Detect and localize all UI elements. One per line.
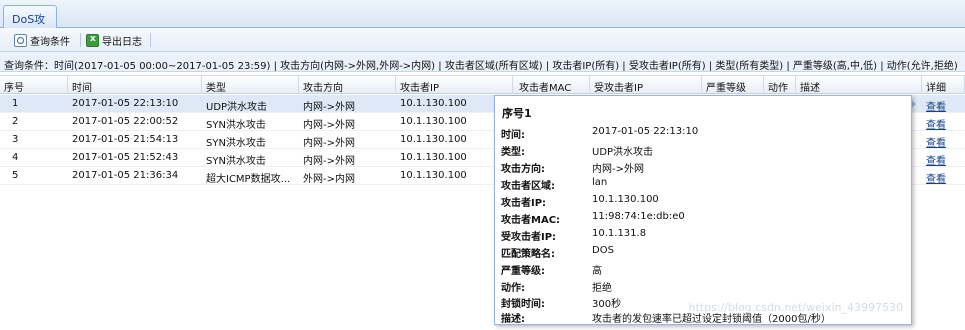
query-conditions-label: 查询条件	[30, 36, 70, 48]
field-value: lan	[592, 177, 608, 188]
col-header-detail[interactable]: 详细	[922, 76, 965, 94]
cell-time: 2017-01-05 21:52:43	[72, 152, 179, 163]
col-header-no[interactable]: 序号	[0, 76, 68, 94]
field-value: 2017-01-05 22:13:10	[592, 126, 699, 137]
query-conditions-button[interactable]: 查询条件	[14, 32, 70, 48]
field-key: 描述:	[501, 314, 525, 325]
field-value: 10.1.131.8	[592, 228, 647, 239]
col-header-type[interactable]: 类型	[202, 76, 299, 94]
cell-attacker-ip: 10.1.130.100	[400, 152, 467, 163]
popup-field: 时间: 2017-01-05 22:13:10	[495, 126, 913, 142]
field-key: 时间:	[501, 130, 525, 141]
field-key: 动作:	[501, 283, 525, 294]
field-value: 300秒	[592, 299, 622, 310]
popup-field: 受攻击者IP: 10.1.131.8	[495, 228, 913, 244]
detail-popup: 序号1 时间: 2017-01-05 22:13:10 类型: UDP洪水攻击 攻击…	[494, 95, 912, 325]
popup-title: 序号1	[502, 107, 532, 120]
view-detail-link[interactable]: 查看	[922, 167, 946, 185]
cell-no: 1	[12, 98, 19, 109]
cell-no: 5	[12, 170, 19, 181]
field-value: 内网->外网	[592, 164, 644, 175]
cell-type: SYN洪水攻击	[206, 138, 266, 149]
field-key: 攻击者区域:	[501, 181, 555, 192]
toolbar-separator	[80, 33, 81, 47]
field-key: 攻击方向:	[501, 164, 545, 175]
col-header-description[interactable]: 描述	[796, 76, 922, 94]
cell-direction: 内网->外网	[303, 102, 355, 113]
popup-field: 攻击方向: 内网->外网	[495, 160, 913, 176]
field-key: 攻击者IP:	[501, 198, 547, 209]
cell-direction: 内网->外网	[303, 156, 355, 167]
field-key: 受攻击者IP:	[501, 232, 557, 243]
popup-field: 动作: 拒绝	[495, 279, 913, 295]
view-detail-link[interactable]: 查看	[922, 131, 946, 149]
cell-time: 2017-01-05 22:13:10	[72, 98, 179, 109]
cell-type: 超大ICMP数据攻...	[206, 174, 291, 185]
tab-dos-attack[interactable]: DoS攻击	[3, 5, 57, 42]
cell-time: 2017-01-05 22:00:52	[72, 116, 179, 127]
toolbar-separator	[150, 33, 151, 47]
popup-field: 攻击者MAC: 11:98:74:1e:db:e0	[495, 211, 913, 227]
field-key: 严重等级:	[501, 266, 545, 277]
popup-field: 匹配策略名: DOS	[495, 245, 913, 261]
cell-type: UDP洪水攻击	[206, 102, 268, 113]
col-header-direction[interactable]: 攻击方向	[299, 76, 396, 94]
query-conditions-bar: 查询条件：时间(2017-01-05 00:00~2017-01-05 23:5…	[0, 52, 965, 72]
view-detail-link[interactable]: 查看	[922, 149, 946, 167]
field-value: 10.1.130.100	[592, 194, 659, 205]
cell-type: SYN洪水攻击	[206, 120, 266, 131]
cell-attacker-ip: 10.1.130.100	[400, 98, 467, 109]
field-value: DOS	[592, 245, 614, 256]
grid-header: 序号 时间 类型 攻击方向 攻击者IP 攻击者MAC 受攻击者IP 严重等级 动…	[0, 75, 965, 94]
field-value: UDP洪水攻击	[592, 147, 654, 158]
view-detail-link[interactable]: 查看	[922, 113, 946, 131]
popup-field: 攻击者区域: lan	[495, 177, 913, 193]
export-log-label: 导出日志	[102, 36, 142, 48]
col-header-severity[interactable]: 严重等级	[702, 76, 764, 94]
cell-attacker-ip: 10.1.130.100	[400, 116, 467, 127]
col-header-victim-ip[interactable]: 受攻击者IP	[590, 76, 702, 94]
watermark: https://blog.csdn.net/weixin_43997530	[688, 301, 903, 314]
cell-no: 4	[12, 152, 19, 163]
cell-no: 2	[12, 116, 19, 127]
field-value: 拒绝	[592, 283, 612, 294]
field-key: 匹配策略名:	[501, 249, 555, 260]
field-key: 攻击者MAC:	[501, 215, 561, 226]
col-header-attacker-mac[interactable]: 攻击者MAC	[513, 76, 590, 94]
field-key: 类型:	[501, 147, 525, 158]
cell-attacker-ip: 10.1.130.100	[400, 134, 467, 145]
col-header-action[interactable]: 动作	[764, 76, 796, 94]
field-value: 11:98:74:1e:db:e0	[592, 211, 685, 222]
cell-attacker-ip: 10.1.130.100	[400, 170, 467, 181]
col-header-attacker-ip[interactable]: 攻击者IP	[396, 76, 513, 94]
cell-direction: 内网->外网	[303, 138, 355, 149]
tab-bar: DoS攻击	[0, 0, 965, 42]
search-icon	[14, 33, 27, 47]
col-header-time[interactable]: 时间	[68, 76, 202, 94]
cell-direction: 内网->外网	[303, 120, 355, 131]
field-value: 高	[592, 266, 602, 277]
popup-field: 攻击者IP: 10.1.130.100	[495, 194, 913, 210]
export-log-button[interactable]: 导出日志	[86, 32, 142, 48]
field-key: 封锁时间:	[501, 299, 545, 310]
cell-no: 3	[12, 134, 19, 145]
cell-time: 2017-01-05 21:54:13	[72, 134, 179, 145]
toolbar: 查询条件 导出日志	[0, 28, 965, 52]
cell-time: 2017-01-05 21:36:34	[72, 170, 179, 181]
cell-type: SYN洪水攻击	[206, 156, 266, 167]
view-detail-link[interactable]: 查看	[922, 95, 946, 113]
excel-export-icon	[86, 33, 99, 47]
popup-field: 类型: UDP洪水攻击	[495, 143, 913, 159]
popup-field: 严重等级: 高	[495, 262, 913, 278]
cell-direction: 外网->内网	[303, 174, 355, 185]
